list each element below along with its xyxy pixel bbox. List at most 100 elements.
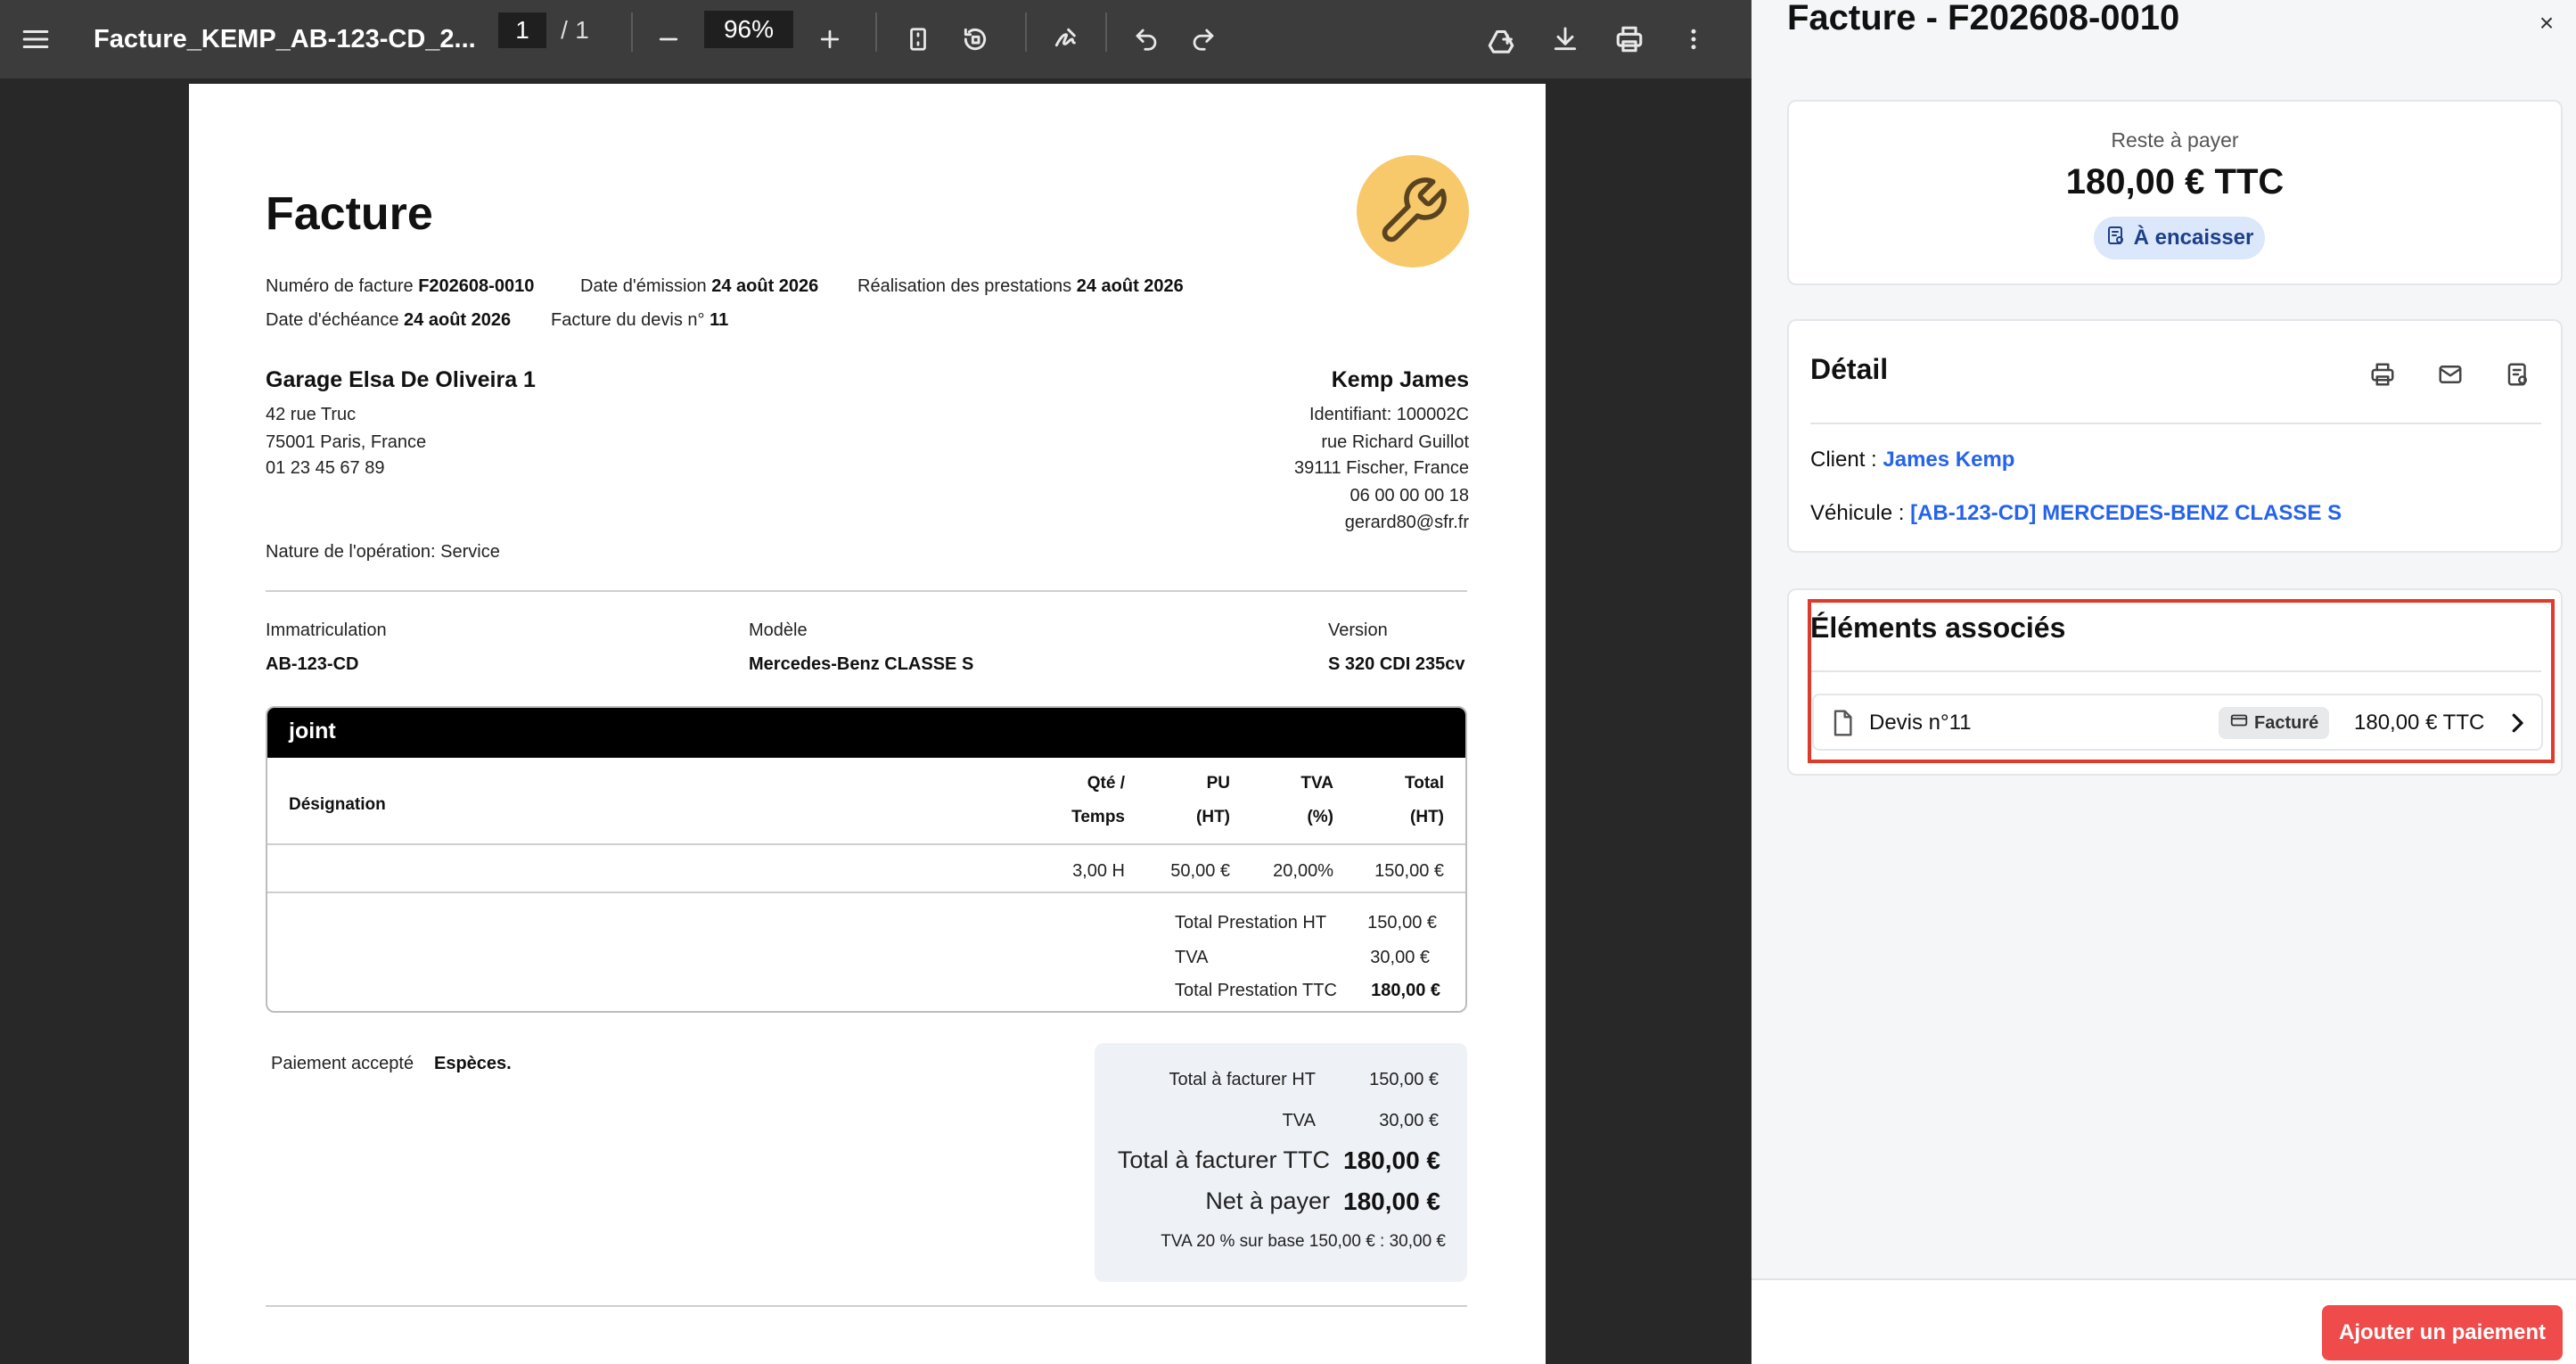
subtotal-tva-label: TVA: [1175, 948, 1209, 967]
payment-accepted-label: Paiement accepté: [271, 1054, 414, 1073]
subtotal-tva: 30,00 €: [1370, 948, 1430, 967]
toolbar-divider: [875, 12, 877, 52]
issue-date-row: Date d'émission 24 août 2026: [580, 276, 818, 297]
subtotal-ttc: 180,00 €: [1371, 981, 1440, 1000]
invoice-heading: Facture: [266, 188, 433, 240]
quote-ref-number: 11: [710, 310, 729, 330]
invoice-number: F202608-0010: [418, 276, 535, 296]
cash-register-icon: [2105, 225, 2127, 252]
client-link[interactable]: James Kemp: [1883, 448, 2014, 472]
row-pu: 50,00 €: [1170, 861, 1230, 881]
garage-address-line2: 75001 Paris, France: [266, 432, 427, 452]
divider: [266, 1305, 1467, 1307]
vehicle-row: Véhicule : [AB-123-CD] MERCEDES-BENZ CLA…: [1810, 501, 2342, 526]
panel-footer: Ajouter un paiement: [1752, 1278, 2576, 1364]
payment-method: Espèces.: [434, 1054, 512, 1073]
zoom-in-icon[interactable]: [805, 14, 855, 64]
subtotal-ht-label: Total Prestation HT: [1175, 913, 1327, 933]
rotate-icon[interactable]: [950, 14, 1000, 64]
total-ht: 150,00 €: [1369, 1070, 1439, 1089]
divider: [1810, 423, 2541, 424]
invoice-number-row: Numéro de facture F202608-0010: [266, 276, 534, 297]
redo-icon[interactable]: [1178, 14, 1228, 64]
due-date-label: Date d'échéance: [266, 310, 399, 330]
service-name: joint: [289, 719, 336, 744]
save-to-drive-icon[interactable]: [1476, 14, 1526, 64]
undo-icon[interactable]: [1121, 14, 1171, 64]
status-badge: À encaisser: [2094, 217, 2265, 259]
pdf-toolbar: Facture_KEMP_AB-123-CD_2... 1 / 1 96%: [0, 0, 1752, 78]
row-qty: 3,00 H: [1072, 861, 1125, 881]
model-value: Mercedes-Benz CLASSE S: [749, 654, 974, 674]
amount-due-card: Reste à payer 180,00 € TTC À encaisser: [1787, 100, 2563, 285]
col-pu-line1: PU: [1206, 774, 1230, 793]
fit-page-icon[interactable]: [893, 14, 943, 64]
service-table-header: joint: [267, 708, 1465, 758]
service-table: joint Désignation Qté / Temps PU (HT) TV…: [266, 706, 1467, 1013]
total-ttc-label: Total à facturer TTC: [1117, 1146, 1330, 1173]
garage-phone: 01 23 45 67 89: [266, 458, 385, 478]
version-value: S 320 CDI 235cv: [1328, 654, 1465, 674]
payment-receipt-icon[interactable]: [2498, 355, 2538, 394]
vehicle-link[interactable]: [AB-123-CD] MERCEDES-BENZ CLASSE S: [1910, 501, 2342, 525]
client-phone: 06 00 00 00 18: [1350, 486, 1469, 505]
col-tva-line1: TVA: [1300, 774, 1333, 793]
subtotal-ttc-label: Total Prestation TTC: [1175, 981, 1337, 1000]
email-icon[interactable]: [2431, 355, 2470, 394]
panel-title: Facture - F202608-0010: [1787, 0, 2180, 37]
col-designation: Désignation: [289, 795, 386, 814]
client-label: Client :: [1810, 448, 1877, 472]
service-date: 24 août 2026: [1076, 276, 1184, 296]
status-badge-label: À encaisser: [2133, 226, 2254, 250]
quote-ref-label: Facture du devis n°: [551, 310, 705, 330]
zoom-out-icon[interactable]: [644, 14, 693, 64]
page-number-input[interactable]: 1: [498, 12, 546, 48]
client-row: Client : James Kemp: [1810, 448, 2014, 472]
divider: [267, 843, 1465, 845]
plate-label: Immatriculation: [266, 620, 387, 640]
col-total-line1: Total: [1405, 774, 1444, 793]
client-street: rue Richard Guillot: [1321, 432, 1469, 452]
total-tva-label: TVA: [1282, 1111, 1316, 1130]
service-date-row: Réalisation des prestations 24 août 2026: [857, 276, 1184, 297]
amount-due-label: Reste à payer: [2111, 128, 2239, 152]
toolbar-divider: [1105, 12, 1107, 52]
row-tva: 20,00%: [1273, 861, 1333, 881]
col-total-line2: (HT): [1410, 808, 1444, 826]
detail-card: Détail Client : James Kemp Véhicule : [A…: [1787, 319, 2563, 553]
invoice-page: Facture Numéro de facture F202608-0010 D…: [189, 84, 1546, 1364]
more-options-icon[interactable]: [1669, 14, 1719, 64]
toolbar-divider: [1025, 12, 1027, 52]
operation-nature: Nature de l'opération: Service: [266, 542, 500, 562]
due-date: 24 août 2026: [404, 310, 512, 330]
due-date-row: Date d'échéance 24 août 2026: [266, 310, 511, 331]
annotate-pen-icon[interactable]: [1041, 14, 1091, 64]
tva-note: TVA 20 % sur base 150,00 € : 30,00 €: [1161, 1232, 1446, 1251]
amount-due-value: 180,00 € TTC: [2065, 162, 2285, 201]
col-tva-line2: (%): [1307, 808, 1333, 826]
divider: [267, 892, 1465, 893]
client-identifier: Identifiant: 100002C: [1309, 405, 1469, 424]
menu-icon[interactable]: [11, 14, 61, 64]
client-name: Kemp James: [1331, 367, 1469, 392]
version-label: Version: [1328, 620, 1388, 640]
invoice-totals: Total à facturer HT 150,00 € TVA 30,00 €…: [1095, 1043, 1467, 1282]
vehicle-label: Véhicule :: [1810, 501, 1905, 525]
document-title: Facture_KEMP_AB-123-CD_2...: [94, 24, 476, 53]
wrench-icon: [1357, 155, 1469, 267]
service-date-label: Réalisation des prestations: [857, 276, 1072, 296]
col-qty-line2: Temps: [1071, 808, 1125, 826]
total-tva: 30,00 €: [1379, 1111, 1439, 1130]
divider: [266, 590, 1467, 592]
print-icon[interactable]: [2363, 355, 2402, 394]
net-to-pay-label: Net à payer: [1205, 1187, 1330, 1214]
zoom-input[interactable]: 96%: [704, 11, 793, 48]
add-payment-button[interactable]: Ajouter un paiement: [2322, 1305, 2563, 1360]
pdf-viewer: Facture_KEMP_AB-123-CD_2... 1 / 1 96% Fa…: [0, 0, 1752, 1364]
total-ttc: 180,00 €: [1343, 1146, 1440, 1174]
close-icon[interactable]: ×: [2527, 4, 2566, 43]
print-icon[interactable]: [1604, 14, 1654, 64]
issue-date-label: Date d'émission: [580, 276, 707, 296]
download-icon[interactable]: [1540, 14, 1590, 64]
toolbar-divider: [631, 12, 633, 52]
